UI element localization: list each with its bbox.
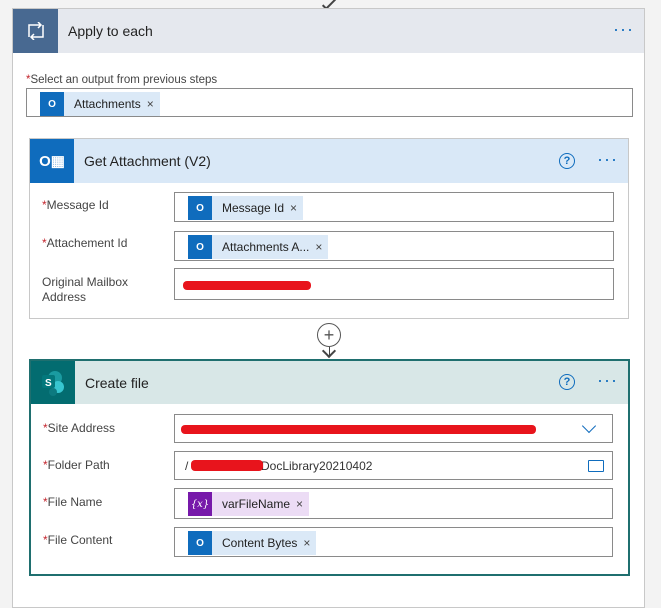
attachment-id-token: O Attachments A... × <box>188 235 329 259</box>
apply-to-each-header[interactable]: Apply to each ··· <box>13 9 644 53</box>
content-bytes-token: O Content Bytes × <box>188 531 317 555</box>
loop-icon <box>13 9 58 53</box>
remove-token-button[interactable]: × <box>303 536 316 550</box>
mailbox-address-label: Original Mailbox Address <box>42 275 129 304</box>
more-options-button[interactable]: ··· <box>597 370 618 391</box>
sharepoint-icon: S <box>31 361 75 404</box>
attachment-id-label: *Attachement Id <box>42 236 128 250</box>
more-options-button[interactable]: ··· <box>613 19 634 40</box>
create-file-card: S Create file ? ··· *Site Address *Folde… <box>29 359 630 576</box>
attachments-token: O Attachments × <box>40 92 160 116</box>
variable-icon: {x} <box>188 492 212 516</box>
site-address-dropdown[interactable] <box>174 414 613 443</box>
folder-icon[interactable] <box>588 460 604 472</box>
folder-path-input[interactable]: / DocLibrary20210402 <box>174 451 613 480</box>
variable-token: {x} varFileName × <box>188 492 310 516</box>
redaction <box>181 425 536 434</box>
remove-token-button[interactable]: × <box>315 240 328 254</box>
mailbox-address-input[interactable] <box>174 268 614 300</box>
get-attachment-header[interactable]: O▦ Get Attachment (V2) ? ··· <box>30 139 628 183</box>
folder-path-prefix: / <box>185 459 189 473</box>
card-title: Apply to each <box>68 23 153 39</box>
remove-token-button[interactable]: × <box>296 497 309 511</box>
select-output-label: *Select an output from previous steps <box>26 74 218 86</box>
site-address-label: *Site Address <box>43 421 116 435</box>
create-file-header[interactable]: S Create file ? ··· <box>31 361 628 404</box>
message-id-label: *Message Id <box>42 198 109 212</box>
redaction <box>191 460 263 471</box>
outlook-icon: O▦ <box>30 139 74 183</box>
more-options-button[interactable]: ··· <box>597 149 618 170</box>
message-id-input[interactable]: O Message Id × <box>174 192 614 222</box>
outlook-icon: O <box>40 92 64 116</box>
get-attachment-card: O▦ Get Attachment (V2) ? ··· *Message Id… <box>29 138 629 319</box>
file-content-input[interactable]: O Content Bytes × <box>174 527 613 557</box>
redaction <box>183 281 311 290</box>
attachment-id-input[interactable]: O Attachments A... × <box>174 231 614 261</box>
svg-text:S: S <box>45 378 52 389</box>
file-content-label: *File Content <box>43 533 113 547</box>
card-title: Get Attachment (V2) <box>84 153 211 169</box>
help-icon[interactable]: ? <box>559 374 575 390</box>
apply-to-each-card: Apply to each ··· *Select an output from… <box>12 8 645 608</box>
help-icon[interactable]: ? <box>559 153 575 169</box>
outlook-icon: O <box>188 196 212 220</box>
remove-token-button[interactable]: × <box>147 97 160 111</box>
message-id-token: O Message Id × <box>188 196 304 220</box>
chevron-down-icon[interactable] <box>581 418 597 434</box>
folder-path-label: *Folder Path <box>43 458 110 472</box>
file-name-label: *File Name <box>43 495 103 509</box>
folder-path-suffix: DocLibrary20210402 <box>261 459 373 473</box>
card-title: Create file <box>85 375 149 391</box>
remove-token-button[interactable]: × <box>290 201 303 215</box>
select-output-input[interactable]: O Attachments × <box>26 88 633 117</box>
outlook-icon: O <box>188 235 212 259</box>
file-name-input[interactable]: {x} varFileName × <box>174 488 613 519</box>
outlook-icon: O <box>188 531 212 555</box>
